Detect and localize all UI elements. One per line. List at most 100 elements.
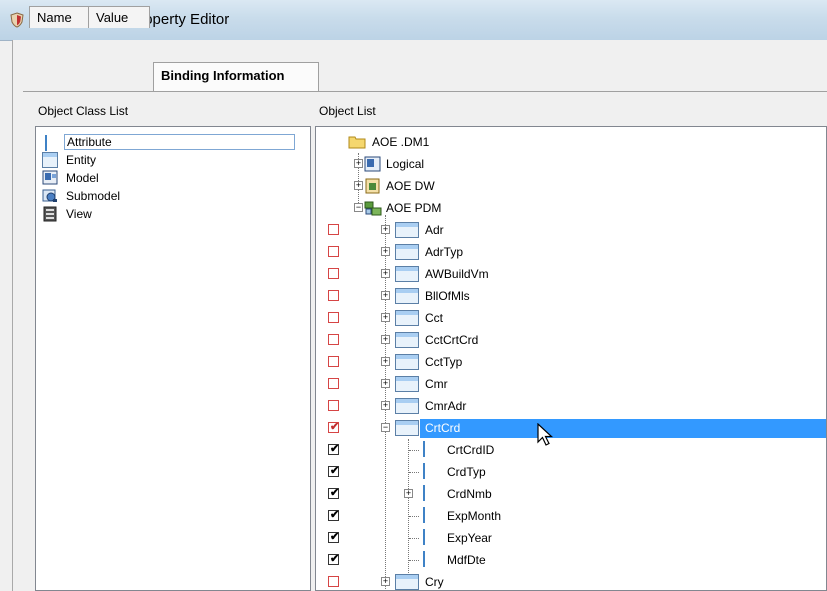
tree-node-label: AOE .DM1 <box>372 135 430 149</box>
expand-plus-icon[interactable]: + <box>354 159 363 168</box>
expand-plus-icon[interactable]: + <box>381 313 390 322</box>
class-item-attribute[interactable]: Attribute <box>42 133 295 151</box>
tree-row[interactable]: ✔ MdfDte <box>316 549 826 571</box>
table-icon <box>395 332 419 348</box>
checkmark-icon: ✔ <box>330 531 340 543</box>
tab-binding-information-label: Binding Information <box>161 68 285 83</box>
class-item-entity[interactable]: Entity <box>42 151 98 169</box>
class-item-label: Submodel <box>66 189 121 203</box>
tab-binding-information[interactable]: Binding Information <box>153 62 319 92</box>
class-item-view[interactable]: View <box>42 205 94 223</box>
tree-row[interactable]: ✔ CrdTyp <box>316 461 826 483</box>
unchecked-checkbox[interactable] <box>328 576 339 587</box>
tree-row[interactable]: + AWBuildVm <box>316 263 826 285</box>
class-item-label: Attribute <box>67 135 112 149</box>
class-item-label: View <box>66 207 92 221</box>
unchecked-checkbox[interactable] <box>328 356 339 367</box>
unchecked-checkbox[interactable] <box>328 246 339 257</box>
tree-row-selected[interactable]: ✔ − CrtCrd <box>316 417 826 439</box>
tree-node-label: CrdNmb <box>447 487 492 501</box>
tree-row[interactable]: AOE .DM1 <box>316 131 826 153</box>
expand-plus-icon[interactable]: + <box>381 225 390 234</box>
checked-checkbox[interactable]: ✔ <box>328 421 339 433</box>
model-icon <box>42 170 58 186</box>
tab-value[interactable]: Value <box>88 6 150 28</box>
tree-node-label: CrdTyp <box>447 465 486 479</box>
class-item-model[interactable]: Model <box>42 169 101 187</box>
collapse-minus-icon[interactable]: − <box>354 203 363 212</box>
expand-plus-icon[interactable]: + <box>381 577 390 586</box>
unchecked-checkbox[interactable] <box>328 224 339 235</box>
expand-plus-icon[interactable]: + <box>354 181 363 190</box>
tree-node-label: Logical <box>386 157 425 171</box>
unchecked-checkbox[interactable] <box>328 400 339 411</box>
tree-row[interactable]: + BllOfMls <box>316 285 826 307</box>
tree-row[interactable]: + AdrTyp <box>316 241 826 263</box>
tree-row[interactable]: ✔ ExpYear <box>316 527 826 549</box>
table-icon <box>395 288 419 304</box>
tree-node-label: BllOfMls <box>425 289 470 303</box>
checked-checkbox[interactable]: ✔ <box>328 531 340 543</box>
checked-checkbox[interactable]: ✔ <box>328 509 339 521</box>
collapse-minus-icon[interactable]: − <box>381 423 390 432</box>
unchecked-checkbox[interactable] <box>328 378 339 389</box>
tree-row[interactable]: + CctCrtCrd <box>316 329 826 351</box>
tree-node-label: AdrTyp <box>425 245 464 259</box>
class-item-label: Model <box>66 171 99 185</box>
tree-row[interactable]: ✔ CrtCrdID <box>316 439 826 461</box>
tree-line <box>409 516 419 517</box>
physical-model-icon <box>364 201 382 216</box>
tree-row[interactable]: + Logical <box>316 153 826 175</box>
expand-plus-icon[interactable]: + <box>404 489 413 498</box>
checkmark-icon: ✔ <box>330 465 340 477</box>
checked-checkbox[interactable]: ✔ <box>328 465 340 477</box>
unchecked-checkbox[interactable] <box>328 290 339 301</box>
tab-value-label: Value <box>96 10 129 25</box>
tree-row[interactable]: + Cct <box>316 307 826 329</box>
attribute-icon <box>420 529 438 546</box>
checked-checkbox[interactable]: ✔ <box>328 487 339 499</box>
tree-row[interactable]: + AOE DW <box>316 175 826 197</box>
expand-plus-icon[interactable]: + <box>381 401 390 410</box>
tree-line <box>409 450 419 451</box>
object-class-list[interactable]: Attribute Entity Model Submodel View <box>35 126 311 591</box>
class-item-submodel[interactable]: Submodel <box>42 187 122 205</box>
tree-node-label: AWBuildVm <box>425 267 489 281</box>
expand-plus-icon[interactable]: + <box>381 335 390 344</box>
tree-row[interactable]: + Cmr <box>316 373 826 395</box>
table-icon <box>395 310 419 326</box>
submodel-icon <box>42 188 58 204</box>
tree-row[interactable]: − AOE PDM <box>316 197 826 219</box>
expand-plus-icon[interactable]: + <box>381 269 390 278</box>
checked-checkbox[interactable]: ✔ <box>328 443 339 455</box>
table-icon <box>395 354 419 370</box>
tree-row[interactable]: ✔ + CrdNmb <box>316 483 826 505</box>
tree-row[interactable]: ✔ ExpMonth <box>316 505 826 527</box>
tree-node-label: CmrAdr <box>425 399 467 413</box>
expand-plus-icon[interactable]: + <box>381 291 390 300</box>
tree-node-label: CctTyp <box>425 355 463 369</box>
unchecked-checkbox[interactable] <box>328 268 339 279</box>
expand-plus-icon[interactable]: + <box>381 379 390 388</box>
tree-node-label: Cct <box>425 311 443 325</box>
tree-line <box>409 538 419 539</box>
unchecked-checkbox[interactable] <box>328 334 339 345</box>
tab-name[interactable]: Name <box>29 6 89 28</box>
shield-icon <box>10 12 24 28</box>
tree-node-label: MdfDte <box>447 553 486 567</box>
tree-row[interactable]: + Adr <box>316 219 826 241</box>
checkmark-icon: ✔ <box>330 553 340 565</box>
tree-row[interactable]: + CctTyp <box>316 351 826 373</box>
expand-plus-icon[interactable]: + <box>381 247 390 256</box>
tree-row[interactable]: + CmrAdr <box>316 395 826 417</box>
expand-plus-icon[interactable]: + <box>381 357 390 366</box>
tree-node-label: Cmr <box>425 377 448 391</box>
tree-row[interactable]: + Cry <box>316 571 826 590</box>
table-icon <box>395 420 419 436</box>
checked-checkbox[interactable]: ✔ <box>328 553 340 565</box>
tree-node-label: ExpMonth <box>447 509 502 523</box>
tab-name-label: Name <box>37 10 72 25</box>
object-list[interactable]: AOE .DM1 + Logical + AOE DW − AOE PDM + A… <box>315 126 827 591</box>
logical-model-icon <box>364 156 381 172</box>
unchecked-checkbox[interactable] <box>328 312 339 323</box>
